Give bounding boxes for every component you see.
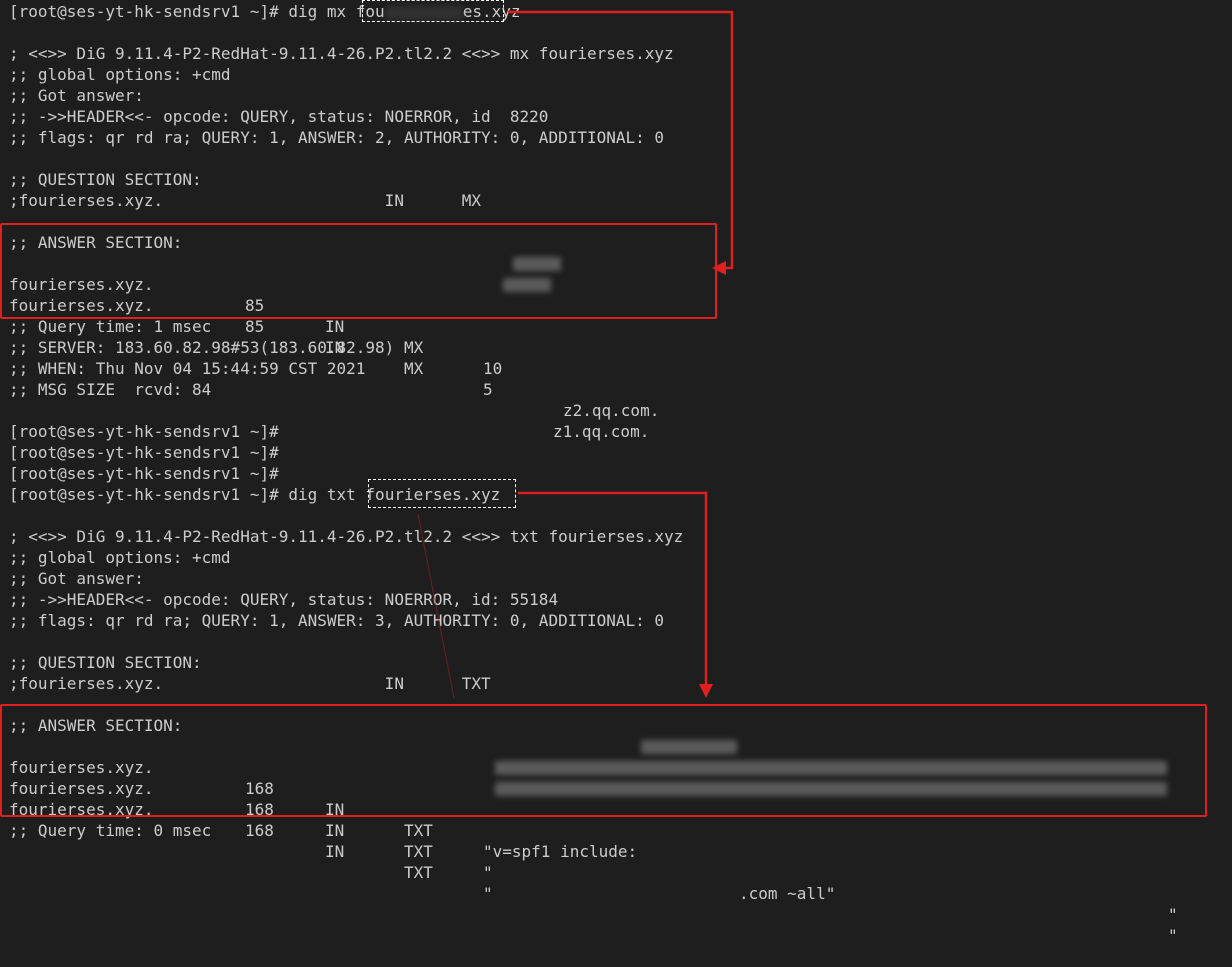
prompt-line: [root@ses-yt-hk-sendsrv1 ~]# xyxy=(9,422,279,441)
txt-data-end: .com ~all" xyxy=(739,884,836,903)
answer-class: IN xyxy=(325,317,345,336)
answer-ttl: 168 xyxy=(245,821,274,840)
answer-class: IN xyxy=(325,821,345,840)
prompt-line: [root@ses-yt-hk-sendsrv1 ~]# xyxy=(9,443,279,462)
txt-data-end: " xyxy=(1168,905,1178,924)
answer-target: z2.qq.com. xyxy=(563,401,660,420)
txt-data-end: " xyxy=(1168,926,1178,945)
answer-type: TXT xyxy=(404,863,433,882)
flags-line: ;; flags: qr rd ra; QUERY: 1, ANSWER: 2,… xyxy=(9,128,665,147)
answer-ttl: 85 xyxy=(245,317,265,336)
when-line: ;; WHEN: Thu Nov 04 15:44:59 CST 2021 xyxy=(9,359,366,378)
global-options-line: ;; global options: +cmd xyxy=(9,548,231,567)
got-answer-line: ;; Got answer: xyxy=(9,86,144,105)
txt-data-start: "v=spf1 include: xyxy=(483,842,638,861)
prompt-command: [root@ses-yt-hk-sendsrv1 ~]# dig txt xyxy=(9,485,366,504)
question-line: ;fourierses.xyz. IN MX xyxy=(9,191,482,210)
txt-data-start: " xyxy=(483,884,493,903)
answer-type: TXT xyxy=(404,821,433,840)
header-line: ;; ->>HEADER<<- opcode: QUERY, status: N… xyxy=(9,107,549,126)
answer-highlight-box xyxy=(0,704,1207,817)
question-section-title: ;; QUESTION SECTION: xyxy=(9,653,202,672)
header-line: ;; ->>HEADER<<- opcode: QUERY, status: N… xyxy=(9,590,559,609)
dashed-selection-box xyxy=(362,0,504,22)
server-line: ;; SERVER: 183.60.82.98#53(183.60.82.98) xyxy=(9,338,395,357)
answer-highlight-box xyxy=(0,223,717,319)
flags-line: ;; flags: qr rd ra; QUERY: 1, ANSWER: 3,… xyxy=(9,611,665,630)
msg-size-line: ;; MSG SIZE rcvd: 84 xyxy=(9,380,212,399)
query-time-line: ;; Query time: 1 msec xyxy=(9,317,212,336)
prompt-line: [root@ses-yt-hk-sendsrv1 ~]# xyxy=(9,464,279,483)
answer-target: z1.qq.com. xyxy=(553,422,650,441)
question-section-title: ;; QUESTION SECTION: xyxy=(9,170,202,189)
answer-type: MX xyxy=(404,338,424,357)
answer-type: TXT xyxy=(404,842,433,861)
answer-preference: 5 xyxy=(483,380,493,399)
answer-preference: 10 xyxy=(483,359,503,378)
dig-version-line: ; <<>> DiG 9.11.4-P2-RedHat-9.11.4-26.P2… xyxy=(9,527,684,546)
dig-version-line: ; <<>> DiG 9.11.4-P2-RedHat-9.11.4-26.P2… xyxy=(9,44,674,63)
txt-data-start: " xyxy=(483,863,493,882)
query-time-line: ;; Query time: 0 msec xyxy=(9,821,212,840)
answer-class: IN xyxy=(325,842,345,861)
prompt-command: [root@ses-yt-hk-sendsrv1 ~]# dig mx xyxy=(9,2,356,21)
answer-type: MX xyxy=(404,359,424,378)
got-answer-line: ;; Got answer: xyxy=(9,569,144,588)
global-options-line: ;; global options: +cmd xyxy=(9,65,231,84)
question-line: ;fourierses.xyz. IN TXT xyxy=(9,674,491,693)
dashed-selection-box xyxy=(368,479,516,508)
